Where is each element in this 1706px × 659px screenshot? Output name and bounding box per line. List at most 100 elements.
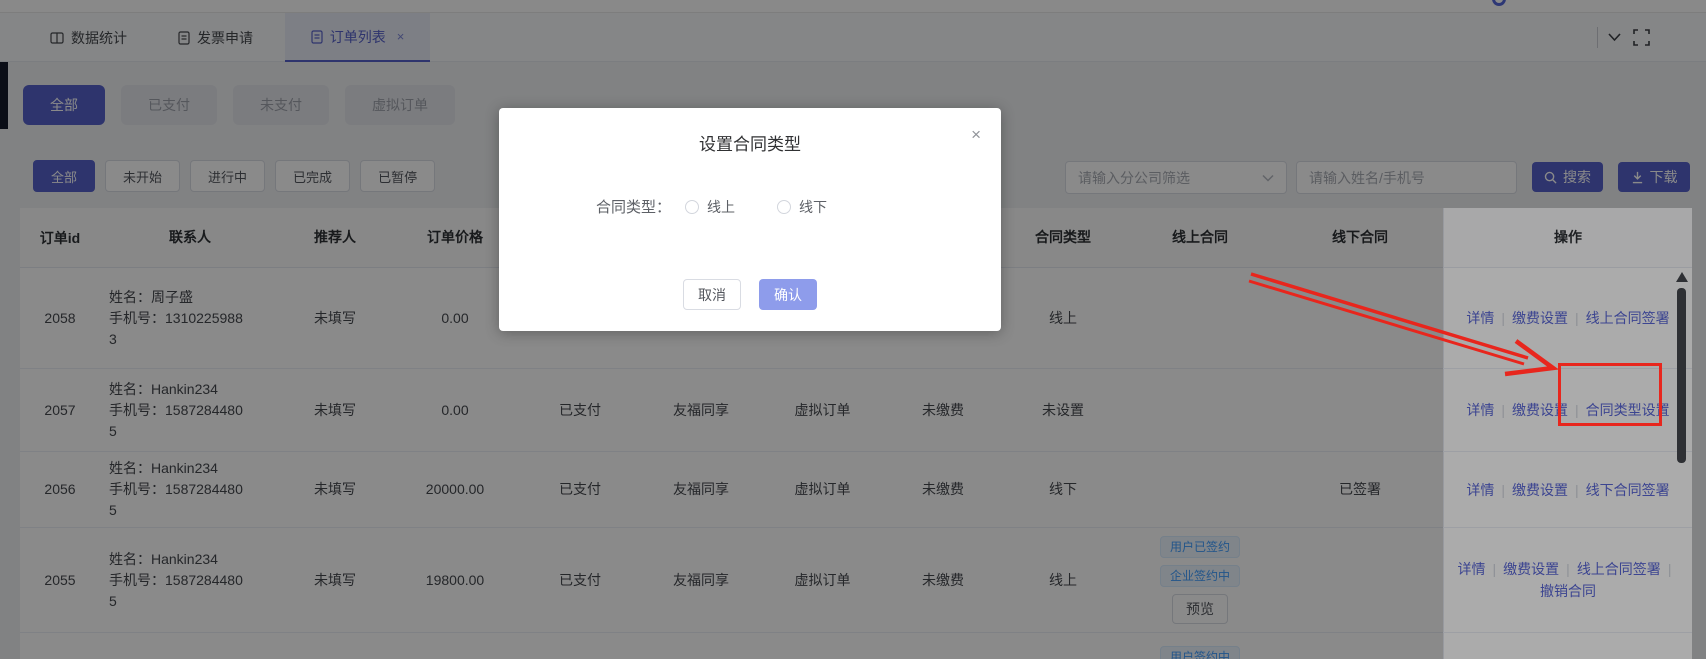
cell-price — [390, 633, 520, 659]
cell-pay-status: 已支付 — [520, 452, 640, 527]
status-all-button[interactable]: 全部 — [33, 160, 95, 192]
action-separator: | — [1575, 399, 1579, 421]
action-fee-setting-link[interactable]: 缴费设置 — [1512, 399, 1568, 421]
confirm-button[interactable]: 确认 — [759, 279, 817, 310]
filter-all-button[interactable]: 全部 — [23, 85, 105, 125]
cell-order-id: 2057 — [20, 369, 100, 451]
cell-contact: 姓名：周子盛 手机号：1310225988 3 — [100, 268, 280, 368]
cell-order-type: 虚拟订单 — [762, 528, 883, 632]
tab-bar: 数据统计 发票申请 订单列表 × — [0, 13, 1706, 62]
cell-actions: 详情 | 缴费设置 | 合同类型设置 — [1443, 369, 1692, 451]
contact-name: 姓名：Hankin234 — [109, 458, 243, 479]
contract-type-label: 合同类型： — [596, 196, 671, 217]
cell-referrer: 未填写 — [280, 369, 390, 451]
cell-contact: 姓名：Hankin234 手机号：1587284480 5 — [100, 528, 280, 632]
action-fee-setting-link[interactable]: 缴费设置 — [1512, 307, 1568, 329]
cell-pay-status — [520, 633, 640, 659]
filter-unpaid-button[interactable]: 未支付 — [233, 85, 329, 125]
action-separator: | — [1566, 558, 1570, 580]
contact-phone-overflow: 3 — [109, 329, 243, 350]
scrollbar-up-arrow[interactable] — [1676, 272, 1688, 282]
status-completed-button[interactable]: 已完成 — [275, 160, 350, 192]
download-icon — [1631, 171, 1644, 184]
cell-product: 友福同享 — [640, 528, 762, 632]
action-separator: | — [1575, 479, 1579, 501]
cell-price: 20000.00 — [390, 452, 520, 527]
cancel-button[interactable]: 取消 — [683, 279, 741, 310]
tab-close-icon[interactable]: × — [397, 29, 405, 44]
action-separator: | — [1501, 399, 1505, 421]
status-not-started-button[interactable]: 未开始 — [105, 160, 180, 192]
action-separator: | — [1575, 307, 1579, 329]
contact-name: 姓名：Hankin234 — [109, 549, 243, 570]
cell-offline-contract: 已签署 — [1277, 452, 1443, 527]
cell-order-id: 2058 — [20, 268, 100, 368]
search-button[interactable]: 搜索 — [1532, 162, 1603, 192]
action-fee-setting-link[interactable]: 缴费设置 — [1512, 479, 1568, 501]
tab-label: 订单列表 — [330, 27, 386, 47]
cell-online-contract — [1123, 268, 1277, 368]
cell-order-id: 2056 — [20, 452, 100, 527]
cell-contract-type: 未设置 — [1003, 369, 1123, 451]
radio-offline-label: 线下 — [799, 197, 827, 217]
name-phone-input[interactable] — [1296, 161, 1517, 194]
tab-order-list[interactable]: 订单列表 × — [285, 13, 430, 62]
action-separator: | — [1501, 307, 1505, 329]
action-offline-contract-sign-link[interactable]: 线下合同签署 — [1586, 479, 1670, 501]
radio-circle-icon — [685, 200, 699, 214]
cell-fee-status: 未缴费 — [883, 369, 1003, 451]
tab-label: 数据统计 — [71, 28, 127, 48]
contract-status-tag: 用户签约中 — [1160, 646, 1240, 659]
radio-offline[interactable]: 线下 — [777, 197, 827, 217]
cell-order-id: 2055 — [20, 528, 100, 632]
cell-contact: 姓名：Hankin234 手机号：1587284480 5 — [100, 452, 280, 527]
action-fee-setting-link[interactable]: 缴费设置 — [1503, 558, 1559, 580]
tab-data-stats[interactable]: 数据统计 — [40, 13, 137, 62]
cell-referrer — [280, 633, 390, 659]
cell-product — [640, 633, 762, 659]
cell-order-type: 虚拟订单 — [762, 369, 883, 451]
action-online-contract-sign-link[interactable]: 线上合同签署 — [1577, 558, 1661, 580]
table-scrollbar-thumb[interactable] — [1677, 288, 1686, 463]
action-detail-link[interactable]: 详情 — [1466, 399, 1494, 421]
download-button[interactable]: 下载 — [1618, 162, 1690, 192]
cell-order-type — [762, 633, 883, 659]
contract-status-tag: 用户已签约 — [1160, 536, 1240, 558]
status-in-progress-button[interactable]: 进行中 — [190, 160, 265, 192]
modal-backdrop — [1692, 208, 1706, 659]
action-revoke-contract-link[interactable]: 撤销合同 — [1540, 580, 1596, 602]
document-icon — [178, 31, 190, 45]
action-contract-type-setting-link[interactable]: 合同类型设置 — [1586, 399, 1670, 421]
radio-online[interactable]: 线上 — [685, 197, 735, 217]
action-detail-link[interactable]: 详情 — [1458, 558, 1486, 580]
cell-actions: 详情 | 缴费设置 | 线上合同签署 | 撤销合同 — [1443, 528, 1692, 632]
set-contract-type-dialog: 设置合同类型 × 合同类型： 线上 线下 取消 确认 — [499, 108, 1001, 331]
cell-referrer: 未填写 — [280, 528, 390, 632]
cell-contact — [100, 633, 280, 659]
cell-price: 0.00 — [390, 369, 520, 451]
cell-online-contract: 用户签约中 — [1123, 633, 1277, 659]
fullscreen-icon[interactable] — [1633, 29, 1650, 46]
preview-button[interactable]: 预览 — [1172, 594, 1228, 624]
header-online-contract: 线上合同 — [1123, 208, 1277, 267]
table-row: 用户签约中 — [20, 633, 1692, 659]
company-filter-select[interactable]: 请输入分公司筛选 — [1065, 161, 1287, 194]
contact-phone: 手机号：1587284480 — [109, 400, 243, 421]
action-online-contract-sign-link[interactable]: 线上合同签署 — [1586, 307, 1670, 329]
header-offline-contract: 线下合同 — [1277, 208, 1443, 267]
table-row: 2055 姓名：Hankin234 手机号：1587284480 5 未填写 1… — [20, 528, 1692, 633]
chevron-down-icon[interactable] — [1607, 31, 1622, 43]
top-strip — [0, 0, 1706, 13]
select-placeholder: 请输入分公司筛选 — [1078, 168, 1190, 188]
cell-contract-type: 线上 — [1003, 528, 1123, 632]
action-detail-link[interactable]: 详情 — [1466, 479, 1494, 501]
filter-paid-button[interactable]: 已支付 — [121, 85, 217, 125]
close-icon[interactable]: × — [971, 126, 981, 143]
cell-actions — [1443, 633, 1692, 659]
tab-invoice[interactable]: 发票申请 — [168, 13, 263, 62]
filter-virtual-order-button[interactable]: 虚拟订单 — [345, 85, 455, 125]
action-detail-link[interactable]: 详情 — [1466, 307, 1494, 329]
search-button-label: 搜索 — [1563, 167, 1591, 187]
status-paused-button[interactable]: 已暂停 — [360, 160, 435, 192]
contact-phone: 手机号：1587284480 — [109, 479, 243, 500]
